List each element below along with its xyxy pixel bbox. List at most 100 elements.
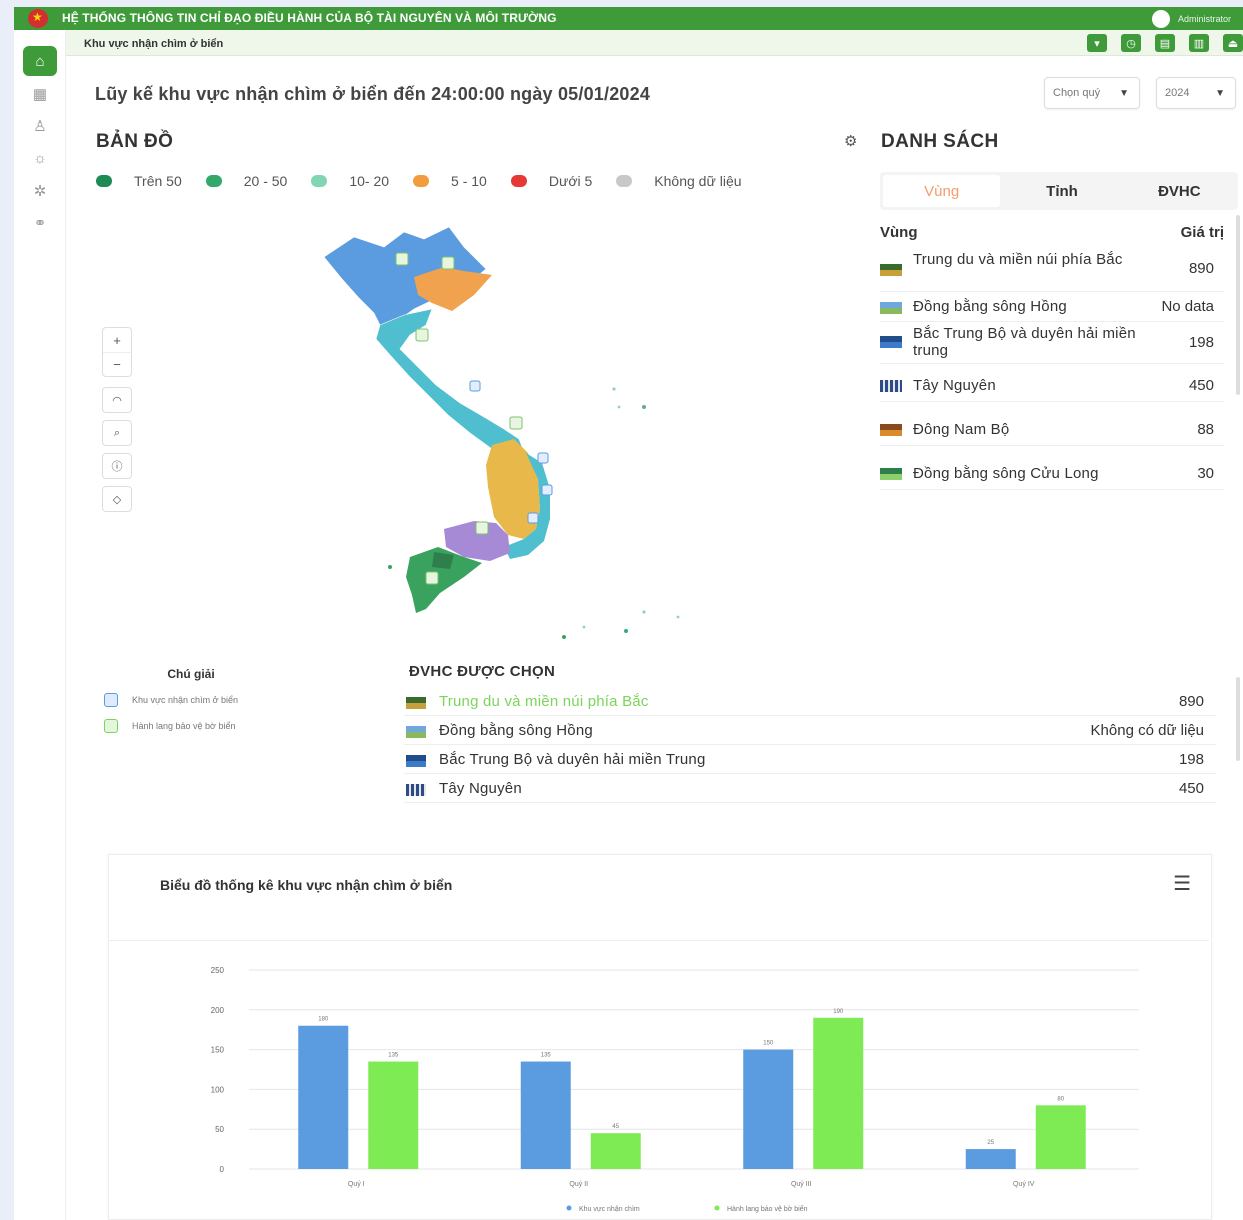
column-header[interactable]: Vùng [880, 224, 918, 241]
table-row[interactable]: Tây Nguyên 450 [404, 774, 1216, 803]
gear-icon[interactable]: ⚙ [844, 132, 857, 150]
list-scrollbar[interactable] [1236, 215, 1240, 395]
building-icon[interactable]: ▦ [23, 81, 57, 107]
map-marker [395, 252, 409, 266]
legend-swatch [566, 1205, 572, 1211]
bar-value-label: 150 [763, 1041, 774, 1047]
map-marker [475, 521, 489, 535]
map-legend: Trên 50 20 - 50 10- 20 5 - 10 Dưới 5 Khô… [96, 173, 766, 189]
zoom-out-button[interactable]: − [103, 352, 131, 376]
chevron-down-icon: ▼ [1119, 88, 1129, 99]
chart-bar [965, 1149, 1016, 1169]
legend-item[interactable]: 20 - 50 [205, 173, 287, 189]
avatar[interactable] [1151, 10, 1170, 28]
legend-item[interactable]: Dưới 5 [510, 173, 592, 189]
legend-label: Hành lang bảo vệ bờ biển [727, 1205, 808, 1213]
table-row[interactable]: Đồng bằng sông Hồng Không có dữ liệu [404, 716, 1216, 745]
chart-bar [298, 1025, 349, 1169]
settings-icon[interactable]: ✲ [23, 178, 57, 204]
top-bar: HỆ THỐNG THÔNG TIN CHỈ ĐẠO ĐIỀU HÀNH CỦA… [14, 7, 1243, 30]
national-emblem-icon [28, 9, 48, 28]
grid-icon[interactable]: ▤ [1155, 34, 1175, 52]
region-flag-icon [406, 726, 426, 738]
legend-swatch [96, 175, 112, 187]
map-key-item: Hành lang bảo vệ bờ biển [104, 719, 306, 733]
region-flag-icon [880, 424, 902, 436]
info-icon[interactable]: ⓘ [102, 453, 132, 479]
logout-icon[interactable]: ⏏ [1223, 34, 1243, 52]
tab-tinh[interactable]: Tỉnh [1003, 172, 1120, 210]
list-item[interactable]: Trung du và miền núi phía Bắc 890 [880, 248, 1224, 292]
region-north-central-coast [375, 308, 527, 464]
basemap-icon[interactable]: ◇ [102, 486, 132, 512]
map-marker [541, 484, 553, 496]
legend-swatch [510, 175, 527, 187]
filter-icon[interactable]: ▾ [1087, 34, 1107, 52]
menu-icon[interactable]: ☰ [1173, 871, 1191, 896]
map-marker [527, 512, 539, 524]
list-item[interactable]: Bắc Trung Bộ và duyên hải miền trung 198 [880, 322, 1224, 364]
system-title: HỆ THỐNG THÔNG TIN CHỈ ĐẠO ĐIỀU HÀNH CỦA… [62, 11, 557, 25]
bar-chart: 0 50 100 150 200 250 180 135 Quý I 135 45 Quý II 150… [211, 966, 1139, 1213]
legend-item[interactable]: Không dữ liệu [616, 173, 742, 189]
sidebar: ⌂ ▦ ♙ ☼ ✲ ⚭ [14, 30, 66, 1220]
region-flag-icon [880, 264, 902, 276]
tab-dvhc[interactable]: ĐVHC [1121, 172, 1238, 210]
quarter-select[interactable]: Chọn quý ▼ [1044, 77, 1140, 109]
region-flag-icon [880, 468, 902, 480]
list-item[interactable]: Đồng bằng sông Hồng No data [880, 292, 1224, 322]
legend-item[interactable]: Trên 50 [96, 173, 182, 189]
x-tick-label: Quý III [791, 1181, 812, 1188]
column-header[interactable]: Giá trị [1181, 224, 1224, 241]
search-icon[interactable]: ⌕ [102, 420, 132, 446]
binoculars-icon[interactable]: ⚭ [23, 210, 57, 236]
chart-icon[interactable]: ▥ [1189, 34, 1209, 52]
map-key-title: Chú giải [167, 667, 215, 681]
map-marker [509, 416, 523, 430]
table-row[interactable]: Trung du và miền núi phía Bắc 890 [404, 687, 1216, 716]
selected-scrollbar[interactable] [1236, 677, 1240, 761]
x-tick-label: Quý I [348, 1181, 365, 1188]
year-select[interactable]: 2024 ▼ [1156, 77, 1236, 109]
clock-icon[interactable]: ◷ [1121, 34, 1141, 52]
y-tick-label: 100 [211, 1085, 225, 1094]
map-key-item: Khu vực nhận chìm ở biển [104, 693, 306, 707]
page-title: Lũy kế khu vực nhận chìm ở biển đến 24:0… [95, 84, 651, 104]
map-marker [441, 256, 455, 270]
people-icon[interactable]: ♙ [23, 113, 57, 139]
app-window: HỆ THỐNG THÔNG TIN CHỈ ĐẠO ĐIỀU HÀNH CỦA… [14, 7, 1243, 1220]
home-icon[interactable]: ⌂ [23, 46, 57, 76]
y-tick-label: 50 [215, 1125, 224, 1134]
list-item[interactable]: Tây Nguyên 450 [880, 364, 1224, 402]
legend-swatch [205, 175, 222, 187]
region-flag-icon [880, 336, 902, 348]
region-flag-icon [406, 697, 426, 709]
legend-item[interactable]: 10- 20 [311, 173, 389, 189]
y-tick-label: 200 [211, 1006, 225, 1015]
chart-bar [1035, 1105, 1086, 1169]
bar-value-label: 45 [612, 1124, 619, 1130]
chart-bar [590, 1133, 641, 1169]
vietnam-map[interactable] [314, 217, 714, 657]
map-section-title: BẢN ĐỒ [96, 131, 174, 152]
layers-icon[interactable]: ◠ [102, 387, 132, 413]
legend-swatch [714, 1205, 720, 1211]
region-flag-icon [406, 784, 426, 796]
zoom-in-button[interactable]: + [103, 328, 131, 352]
legend-swatch [311, 175, 328, 187]
submersion-area-icon [104, 693, 118, 707]
table-row[interactable]: Bắc Trung Bộ và duyên hải miền Trung 198 [404, 745, 1216, 774]
y-tick-label: 0 [220, 1165, 225, 1174]
x-tick-label: Quý IV [1013, 1181, 1035, 1188]
tab-vung[interactable]: Vùng [883, 175, 1001, 207]
user-menu[interactable]: Administrator [1151, 10, 1231, 28]
toolbar: ▾ ◷ ▤ ▥ ⏏ [1087, 34, 1243, 52]
quarter-select-value: Chọn quý [1053, 87, 1101, 99]
sun-icon[interactable]: ☼ [23, 145, 57, 171]
region-flag-icon [880, 302, 902, 314]
list-item[interactable]: Đồng bằng sông Cửu Long 30 [880, 446, 1224, 490]
map-marker [425, 571, 439, 585]
list-item[interactable]: Đông Nam Bộ 88 [880, 402, 1224, 446]
legend-item[interactable]: 5 - 10 [413, 173, 487, 189]
user-name[interactable]: Administrator [1178, 14, 1231, 24]
